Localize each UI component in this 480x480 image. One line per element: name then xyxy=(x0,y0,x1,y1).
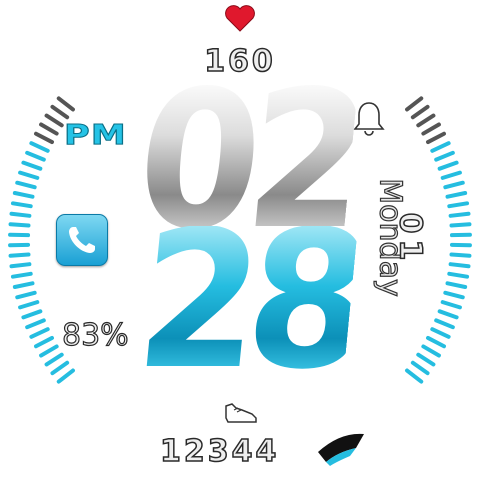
step-arc-tick xyxy=(437,309,459,320)
battery-arc-tick xyxy=(50,360,70,376)
battery-arc-tick xyxy=(39,122,59,136)
battery-arc-tick xyxy=(44,113,64,128)
battery-arc-tick xyxy=(56,368,75,384)
step-arc-tick xyxy=(449,252,472,258)
battery-arc-tick xyxy=(10,271,33,279)
step-arc-tick xyxy=(421,122,441,136)
phone-handset-icon xyxy=(69,227,95,253)
battery-arc-tick xyxy=(34,335,54,349)
time-minutes: 28 xyxy=(128,190,368,411)
step-arc-tick xyxy=(443,290,465,300)
step-arc-tick xyxy=(448,262,471,269)
phone-icon[interactable] xyxy=(56,214,108,266)
step-arc-tick xyxy=(445,281,468,290)
step-arc-tick xyxy=(410,104,430,120)
step-arc-tick xyxy=(449,222,472,228)
step-arc-tick xyxy=(410,360,430,376)
step-arc-tick xyxy=(416,113,436,128)
battery-arc-tick xyxy=(50,104,70,120)
battery-arc-tick xyxy=(21,309,43,320)
heart-icon[interactable] xyxy=(224,4,256,32)
step-arc-tick xyxy=(437,160,459,171)
step-arc-tick xyxy=(448,211,471,218)
step-arc-tick xyxy=(447,201,470,209)
battery-arc-tick xyxy=(12,281,35,290)
battery-arc-tick xyxy=(56,96,75,112)
step-arc-tick xyxy=(440,300,462,310)
step-arc-tick xyxy=(443,180,465,190)
battery-arc-tick xyxy=(15,290,37,300)
ampm-indicator: PM xyxy=(63,118,127,152)
step-arc-tick xyxy=(426,131,446,145)
step-arc-tick xyxy=(426,335,446,349)
day-of-month[interactable]: 01 xyxy=(392,200,429,280)
battery-arc-tick xyxy=(25,318,46,330)
step-arc-tick xyxy=(447,271,470,279)
shoe-icon[interactable] xyxy=(222,398,260,428)
step-arc-tick xyxy=(405,96,424,112)
step-arc-tick xyxy=(445,190,468,199)
battery-arc-tick xyxy=(25,150,46,162)
battery-arc-tick xyxy=(21,160,43,171)
battery-arc-tick xyxy=(10,201,33,209)
battery-arc-tick xyxy=(39,344,59,358)
battery-arc-tick xyxy=(8,222,31,228)
step-arc-tick xyxy=(430,141,451,153)
battery-arc-tick xyxy=(18,170,40,180)
step-arc-tick xyxy=(416,352,436,367)
battery-arc-tick xyxy=(44,352,64,367)
battery-arc-tick xyxy=(12,190,35,199)
step-arc-tick xyxy=(440,170,462,180)
step-count[interactable]: 12344 xyxy=(159,433,279,470)
battery-arc-tick xyxy=(34,131,54,145)
step-arc-tick xyxy=(405,368,424,384)
battery-arc-tick xyxy=(29,327,50,339)
battery-arc-tick xyxy=(8,252,31,258)
battery-arc-tick xyxy=(9,211,32,218)
step-arc-tick xyxy=(434,150,455,162)
step-goal-arc xyxy=(318,433,364,466)
battery-percent[interactable]: 83% xyxy=(61,317,129,353)
battery-arc-tick xyxy=(18,300,40,310)
step-arc-tick xyxy=(434,318,455,330)
step-arc-tick xyxy=(430,327,451,339)
step-arc-tick xyxy=(421,344,441,358)
battery-arc-tick xyxy=(9,262,32,269)
battery-arc-tick xyxy=(29,141,50,153)
battery-arc-tick xyxy=(15,180,37,190)
